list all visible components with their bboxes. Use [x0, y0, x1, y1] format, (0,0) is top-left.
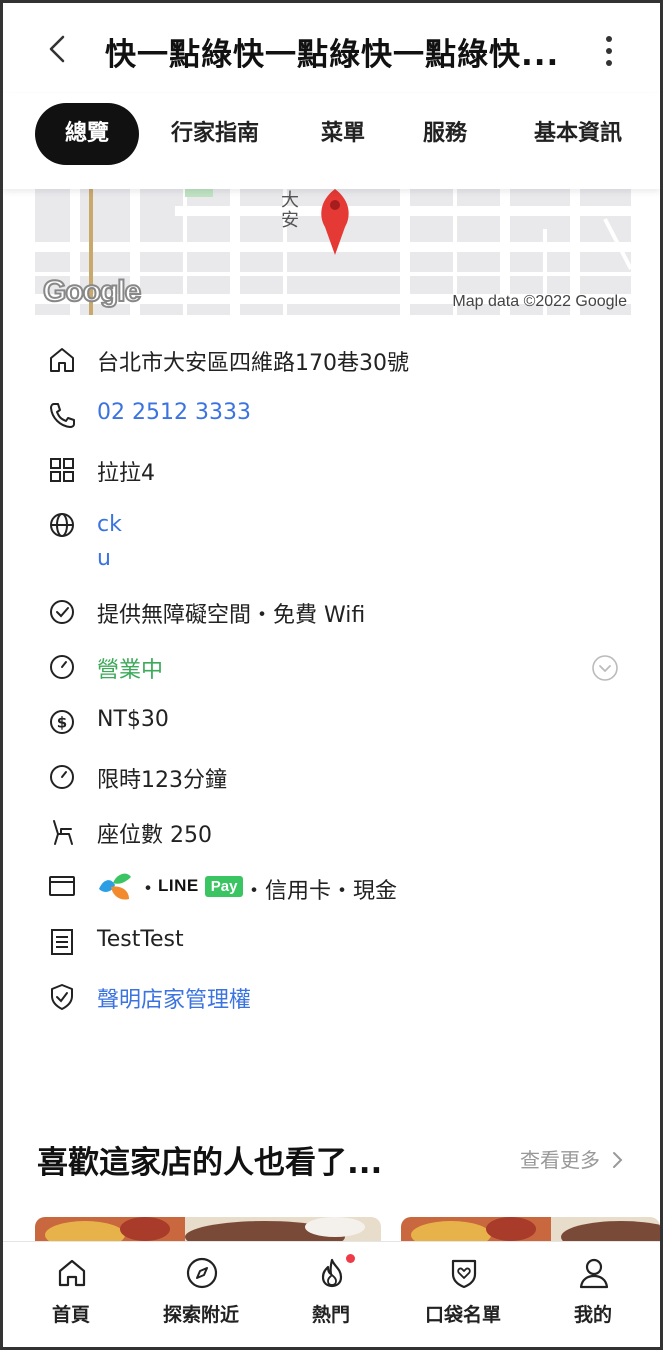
- website-link-line1[interactable]: ck: [97, 512, 122, 537]
- open-status: 營業中: [97, 658, 164, 683]
- seats-row: 座位數 250: [3, 813, 660, 853]
- globe-icon: [50, 513, 74, 537]
- amenities-row: 提供無障礙空間・免費 Wifi: [3, 593, 660, 633]
- nav-home[interactable]: 首頁: [11, 1242, 131, 1347]
- price-text: NT$30: [97, 707, 169, 732]
- home-icon: [58, 1259, 86, 1287]
- category-row: 拉拉4: [3, 451, 660, 491]
- jkopay-logo: [99, 873, 131, 900]
- check-circle-icon: [50, 600, 74, 624]
- chevron-down-circle-icon[interactable]: [591, 654, 619, 682]
- linepay-pay-text: Pay: [204, 875, 244, 897]
- home-icon: [50, 348, 74, 372]
- shield-check-icon: [51, 984, 73, 1010]
- payment-separator: ・: [137, 877, 160, 902]
- claim-link[interactable]: 聲明店家管理權: [97, 982, 251, 1014]
- page-title: 快一點綠快一點綠快一點綠快...: [105, 37, 560, 73]
- amenities-text: 提供無障礙空間・免費 Wifi: [97, 603, 366, 628]
- note-row: TestTest: [3, 923, 660, 963]
- svg-text:$: $: [57, 714, 67, 732]
- linepay-line-text: LINE: [158, 876, 199, 895]
- nav-pocket-list[interactable]: 口袋名單: [403, 1242, 523, 1347]
- tab-menu[interactable]: 菜單: [303, 103, 383, 165]
- google-logo: Google: [42, 274, 142, 309]
- tab-bar: 總覽 行家指南 菜單 服務 基本資訊: [3, 93, 660, 189]
- compass-icon: [186, 1257, 218, 1289]
- payment-methods-text: ・信用卡・現金: [243, 879, 398, 904]
- bottom-nav: 首頁 探索附近 熱門 口袋名單 我的: [3, 1241, 660, 1347]
- timer-icon: [50, 765, 74, 789]
- payment-row: ・ LINE Pay ・信用卡・現金: [3, 865, 660, 909]
- claim-row[interactable]: 聲明店家管理權: [3, 978, 660, 1018]
- map-view[interactable]: 大安 Google Map data ©2022 Google: [35, 189, 631, 315]
- linepay-logo: LINE Pay: [158, 874, 244, 898]
- hours-row[interactable]: 營業中: [3, 648, 660, 688]
- card-icon: [49, 876, 75, 896]
- seats-text: 座位數 250: [97, 823, 212, 848]
- grid-icon: [50, 458, 74, 482]
- phone-link[interactable]: 02 2512 3333: [97, 400, 251, 425]
- see-more-label: 查看更多: [520, 1148, 600, 1172]
- document-icon: [51, 929, 73, 955]
- note-text: TestTest: [97, 927, 184, 952]
- website-row[interactable]: ck u: [3, 506, 660, 576]
- nav-explore-label: 探索附近: [162, 1304, 239, 1326]
- street-label: 大安: [281, 190, 299, 231]
- tab-overview[interactable]: 總覽: [35, 103, 139, 165]
- map-credit: Map data ©2022 Google: [452, 293, 627, 310]
- section-title: 喜歡這家店的人也看了...: [37, 1145, 383, 1181]
- website-link-line2[interactable]: u: [97, 546, 111, 571]
- phone-row[interactable]: 02 2512 3333: [3, 396, 660, 436]
- see-more-link[interactable]: 查看更多: [520, 1144, 624, 1173]
- phone-icon: [50, 403, 75, 428]
- address-row[interactable]: 台北市大安區四維路170巷30號: [3, 341, 660, 381]
- more-vertical-icon[interactable]: [599, 31, 619, 71]
- price-row: $ NT$30: [3, 703, 660, 743]
- nav-profile-label: 我的: [573, 1304, 612, 1326]
- nav-explore[interactable]: 探索附近: [141, 1242, 261, 1347]
- notification-badge: [346, 1254, 355, 1263]
- nav-hot-label: 熱門: [311, 1304, 350, 1326]
- time-limit-row: 限時123分鐘: [3, 758, 660, 798]
- chevron-right-icon: [613, 1152, 623, 1168]
- chevron-left-icon[interactable]: [41, 31, 77, 67]
- flame-icon: [321, 1258, 343, 1288]
- nav-pocket-list-label: 口袋名單: [424, 1304, 501, 1326]
- app-screen: 快一點綠快一點綠快一點綠快... 總覽 行家指南 菜單 服務 基本資訊 大安 G…: [3, 3, 660, 1347]
- nav-hot[interactable]: 熱門: [271, 1242, 391, 1347]
- nav-home-label: 首頁: [51, 1304, 90, 1326]
- address-text: 台北市大安區四維路170巷30號: [97, 351, 409, 376]
- tab-services[interactable]: 服務: [405, 103, 485, 165]
- nav-profile[interactable]: 我的: [533, 1242, 653, 1347]
- dollar-circle-icon: $: [50, 710, 74, 734]
- time-limit-text: 限時123分鐘: [97, 768, 227, 793]
- category-text: 拉拉4: [97, 461, 155, 486]
- top-bar: 快一點綠快一點綠快一點綠快...: [3, 3, 660, 93]
- user-icon: [579, 1258, 609, 1289]
- bookmark-heart-icon: [451, 1259, 477, 1289]
- tab-expert-guide[interactable]: 行家指南: [151, 103, 279, 165]
- seat-icon: [53, 820, 73, 845]
- tab-basic-info[interactable]: 基本資訊: [513, 103, 643, 165]
- clock-icon: [50, 655, 74, 679]
